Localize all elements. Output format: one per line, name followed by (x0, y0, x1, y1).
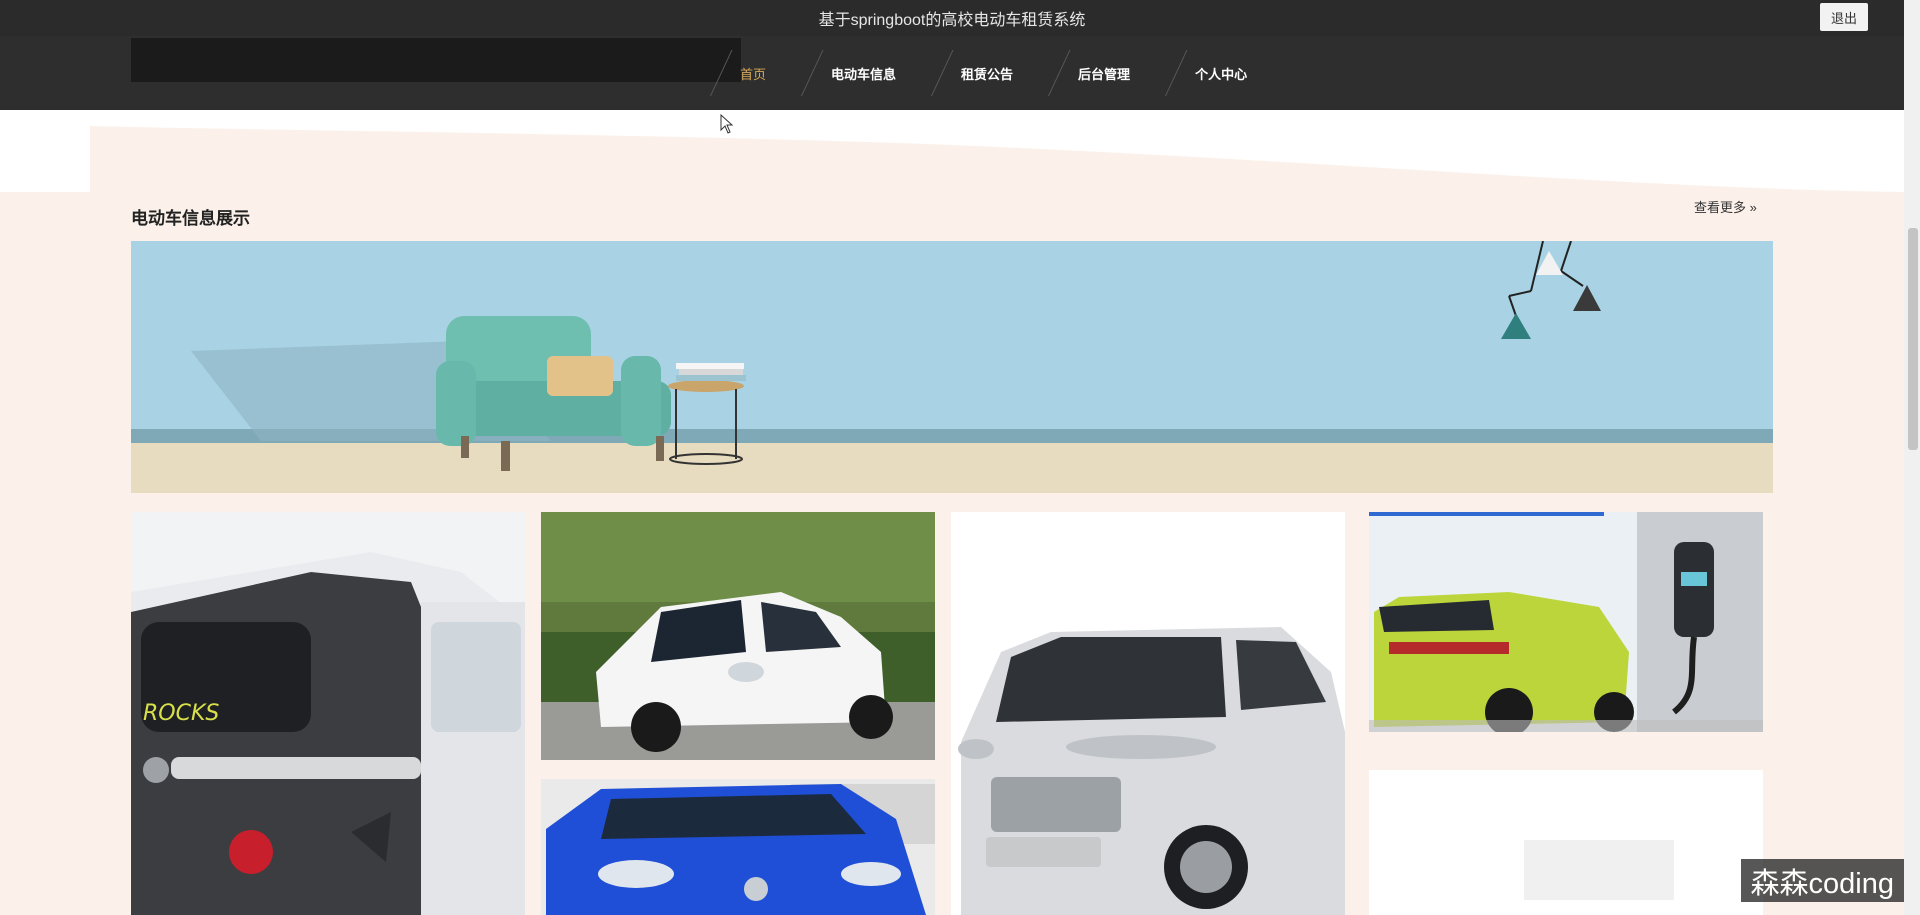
main-nav: 首页 电动车信息 租赁公告 后台管理 个人中心 (700, 36, 1272, 110)
silver-ora-car-image (951, 512, 1345, 915)
nav-item-rental-notice[interactable]: 租赁公告 (921, 36, 1038, 110)
car-card[interactable] (951, 512, 1345, 915)
white-mini-car-image (541, 512, 935, 760)
banner-image (131, 241, 1773, 493)
blank-card (1369, 770, 1763, 915)
view-more-link[interactable]: 查看更多 » (1694, 197, 1757, 216)
video-watermark: 森森coding (1740, 859, 1904, 902)
nav-divider (801, 50, 824, 96)
nav-item-label: 后台管理 (1078, 66, 1131, 82)
nav-item-home[interactable]: 首页 (700, 36, 791, 110)
car-card-empty[interactable] (1369, 770, 1763, 915)
nav-item-label: 首页 (740, 66, 767, 82)
nav-item-label: 租赁公告 (961, 66, 1014, 82)
main-nav-bar: 首页 电动车信息 租赁公告 后台管理 个人中心 (0, 36, 1904, 110)
nav-divider (1165, 50, 1188, 96)
nav-logo-area (131, 38, 741, 82)
page-scrollbar[interactable] (1904, 0, 1920, 915)
grey-opel-rocks-car-image: ROCKS (131, 512, 525, 915)
lime-suv-charging-image (1369, 512, 1763, 732)
nav-item-label: 个人中心 (1195, 66, 1248, 82)
blue-compact-car-image (541, 779, 935, 915)
section-title: 电动车信息展示 (131, 209, 250, 228)
car-card[interactable] (1369, 512, 1763, 732)
nav-divider (710, 50, 733, 96)
car-card[interactable] (541, 512, 935, 760)
svg-text:ROCKS: ROCKS (143, 701, 219, 726)
nav-item-label: 电动车信息 (831, 66, 897, 82)
car-card[interactable]: ROCKS (131, 512, 525, 915)
nav-divider (931, 50, 954, 96)
nav-divider (1048, 50, 1071, 96)
car-card[interactable] (541, 779, 935, 915)
nav-item-ev-info[interactable]: 电动车信息 (791, 36, 921, 110)
nav-item-profile[interactable]: 个人中心 (1155, 36, 1272, 110)
mouse-cursor-icon (720, 114, 734, 134)
scrollbar-thumb[interactable] (1908, 228, 1918, 450)
site-title: 基于springboot的高校电动车租赁系统 (818, 12, 1086, 29)
nav-item-admin[interactable]: 后台管理 (1038, 36, 1155, 110)
decorative-wave (0, 110, 1904, 192)
logout-button[interactable]: 退出 (1820, 3, 1868, 31)
living-room-illustration (131, 241, 1773, 493)
title-bar: 基于springboot的高校电动车租赁系统 退出 (0, 0, 1904, 36)
